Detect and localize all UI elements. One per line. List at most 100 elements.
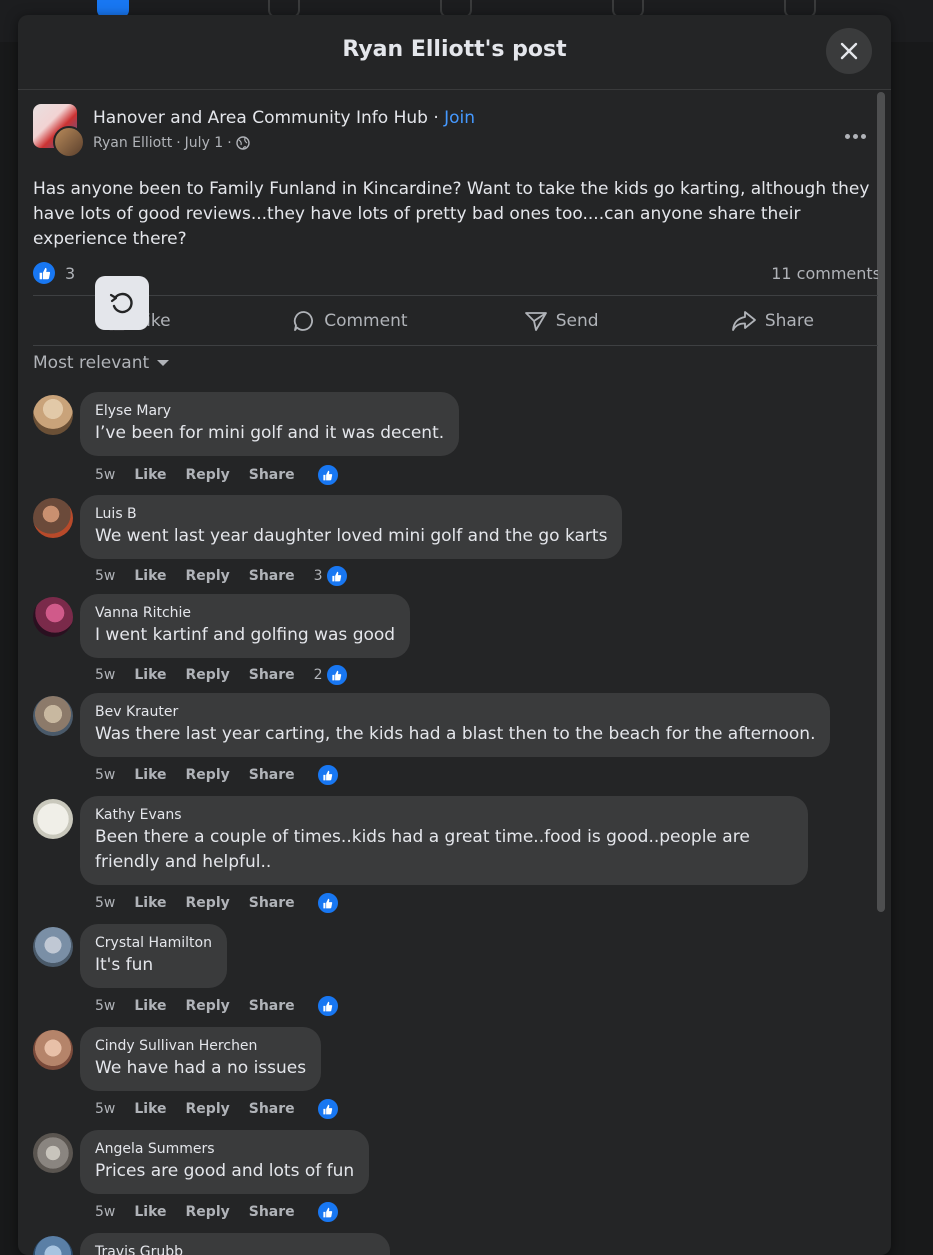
post-header: Hanover and Area Community Info Hub · Jo… bbox=[33, 102, 878, 158]
reaction-count[interactable]: 3 bbox=[65, 264, 75, 283]
commenter-avatar[interactable] bbox=[33, 1133, 73, 1173]
comment-like-button[interactable]: Like bbox=[134, 667, 166, 683]
globe-icon bbox=[235, 136, 250, 150]
comment-time[interactable]: 5w bbox=[95, 467, 115, 483]
share-label: Share bbox=[764, 311, 814, 331]
comment-actions: 5w Like Reply Share bbox=[95, 891, 340, 915]
comment-label: Comment bbox=[324, 311, 408, 331]
comment-author[interactable]: Cindy Sullivan Herchen bbox=[95, 1036, 306, 1056]
comment-author[interactable]: Elyse Mary bbox=[95, 401, 444, 421]
comment-button[interactable]: Comment bbox=[244, 296, 455, 346]
commenter-avatar[interactable] bbox=[33, 799, 73, 839]
comment-time[interactable]: 5w bbox=[95, 1101, 115, 1117]
more-options-button[interactable] bbox=[841, 126, 869, 146]
commenter-avatar[interactable] bbox=[33, 927, 73, 967]
comment-time[interactable]: 5w bbox=[95, 568, 115, 584]
share-button[interactable]: Share bbox=[667, 296, 878, 346]
comment-text: It's fun bbox=[95, 955, 154, 975]
commenter-avatar[interactable] bbox=[33, 498, 73, 538]
comment-reply-button[interactable]: Reply bbox=[186, 568, 230, 584]
like-reaction-icon[interactable] bbox=[33, 262, 55, 284]
comment-bubble: Vanna Ritchie I went kartinf and golfing… bbox=[80, 594, 411, 658]
comment-text: We went last year daughter loved mini go… bbox=[95, 526, 608, 546]
comment-share-button[interactable]: Share bbox=[249, 767, 295, 783]
comment-reply-button[interactable]: Reply bbox=[186, 767, 230, 783]
comment-time[interactable]: 5w bbox=[95, 767, 115, 783]
comment-author[interactable]: Vanna Ritchie bbox=[95, 603, 395, 623]
comment-like-button[interactable]: Like bbox=[134, 767, 166, 783]
comment-bubble: Travis Grubb bbox=[80, 1233, 390, 1255]
comment-text: We have had a no issues bbox=[95, 1058, 307, 1078]
commenter-avatar[interactable] bbox=[33, 597, 73, 637]
comment-share-button[interactable]: Share bbox=[249, 467, 295, 483]
comment-actions: 5w Like Reply Share bbox=[95, 994, 340, 1018]
comment-share-button[interactable]: Share bbox=[249, 568, 295, 584]
post-author[interactable]: Ryan Elliott bbox=[93, 135, 172, 151]
post-date[interactable]: July 1 bbox=[185, 135, 224, 151]
like-reaction-icon[interactable] bbox=[315, 1200, 340, 1224]
group-name-line: Hanover and Area Community Info Hub · Jo… bbox=[93, 108, 475, 128]
comment-text: I went kartinf and golfing was good bbox=[95, 625, 396, 645]
comment-author[interactable]: Luis B bbox=[95, 504, 607, 524]
comment-author[interactable]: Travis Grubb bbox=[95, 1242, 375, 1255]
comment-time[interactable]: 5w bbox=[95, 895, 115, 911]
caret-down-icon bbox=[157, 360, 170, 366]
post-content: Hanover and Area Community Info Hub · Jo… bbox=[33, 90, 878, 1255]
comment-reply-button[interactable]: Reply bbox=[186, 467, 230, 483]
comment-author[interactable]: Kathy Evans bbox=[95, 805, 793, 825]
comment-like-button[interactable]: Like bbox=[134, 998, 166, 1014]
comment-share-button[interactable]: Share bbox=[249, 998, 295, 1014]
group-avatar[interactable] bbox=[33, 104, 85, 158]
meta-dot: · bbox=[227, 135, 232, 151]
refresh-icon bbox=[109, 292, 133, 314]
comment-reply-button[interactable]: Reply bbox=[186, 998, 230, 1014]
like-reaction-icon[interactable] bbox=[315, 891, 340, 915]
like-reaction-icon[interactable] bbox=[315, 463, 340, 487]
comment-author[interactable]: Angela Summers bbox=[95, 1139, 354, 1159]
close-icon bbox=[840, 42, 858, 60]
sort-dropdown[interactable]: Most relevant bbox=[33, 353, 170, 373]
comment-share-button[interactable]: Share bbox=[249, 667, 295, 683]
comment-share-button[interactable]: Share bbox=[249, 1101, 295, 1117]
like-reaction-icon[interactable] bbox=[315, 994, 340, 1018]
modal-title: Ryan Elliott's post bbox=[342, 37, 567, 62]
comment-like-button[interactable]: Like bbox=[134, 568, 166, 584]
scrollbar[interactable] bbox=[877, 92, 885, 912]
commenter-avatar[interactable] bbox=[33, 395, 73, 435]
like-reaction-icon[interactable] bbox=[315, 1097, 340, 1121]
group-name[interactable]: Hanover and Area Community Info Hub bbox=[93, 108, 428, 128]
comment-like-button[interactable]: Like bbox=[134, 1204, 166, 1220]
like-reaction-icon[interactable] bbox=[324, 663, 349, 687]
comment-share-button[interactable]: Share bbox=[249, 895, 295, 911]
sort-label: Most relevant bbox=[33, 353, 150, 373]
comment-like-button[interactable]: Like bbox=[134, 1101, 166, 1117]
comment-reply-button[interactable]: Reply bbox=[186, 1204, 230, 1220]
send-button[interactable]: Send bbox=[456, 296, 667, 346]
like-reaction-icon[interactable] bbox=[324, 564, 349, 588]
share-icon bbox=[731, 311, 756, 331]
comment-like-count[interactable]: 2 bbox=[314, 667, 323, 683]
comment-like-count[interactable]: 3 bbox=[314, 568, 323, 584]
reactions-bar: 3 11 comments bbox=[33, 262, 878, 286]
comment-like-button[interactable]: Like bbox=[134, 895, 166, 911]
comment-like-button[interactable]: Like bbox=[134, 467, 166, 483]
comment-reply-button[interactable]: Reply bbox=[186, 667, 230, 683]
comment-reply-button[interactable]: Reply bbox=[186, 1101, 230, 1117]
close-button[interactable] bbox=[826, 28, 872, 74]
comments-count[interactable]: 11 comments bbox=[771, 264, 878, 283]
comment-time[interactable]: 5w bbox=[95, 998, 115, 1014]
author-avatar[interactable] bbox=[53, 126, 85, 158]
commenter-avatar[interactable] bbox=[33, 1030, 73, 1070]
commenter-avatar[interactable] bbox=[33, 1236, 73, 1255]
comment-time[interactable]: 5w bbox=[95, 667, 115, 683]
comment-bubble: Bev Krauter Was there last year carting,… bbox=[80, 693, 831, 757]
comment-time[interactable]: 5w bbox=[95, 1204, 115, 1220]
comment-bubble: Angela Summers Prices are good and lots … bbox=[80, 1130, 370, 1194]
join-link[interactable]: Join bbox=[444, 108, 475, 128]
comment-reply-button[interactable]: Reply bbox=[186, 895, 230, 911]
comment-author[interactable]: Bev Krauter bbox=[95, 702, 815, 722]
comment-author[interactable]: Crystal Hamilton bbox=[95, 933, 212, 953]
comment-share-button[interactable]: Share bbox=[249, 1204, 295, 1220]
commenter-avatar[interactable] bbox=[33, 696, 73, 736]
like-reaction-icon[interactable] bbox=[315, 763, 340, 787]
